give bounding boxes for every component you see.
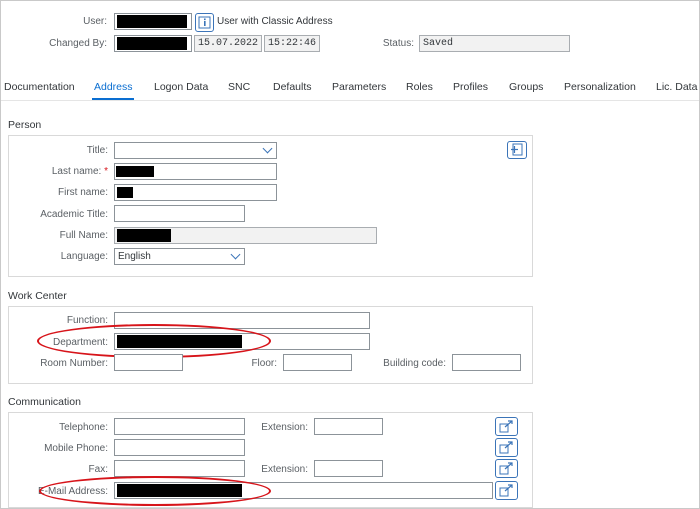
tab-groups[interactable]: Groups: [509, 81, 543, 93]
language-dropdown[interactable]: English: [114, 248, 245, 265]
telephone-label: Telephone:: [59, 422, 108, 433]
email-more-button[interactable]: [495, 481, 518, 500]
last-name-label: Last name: *: [51, 166, 108, 177]
full-name-label: Full Name:: [59, 230, 108, 241]
mobile-phone-field[interactable]: [114, 439, 245, 456]
fax-label: Fax:: [88, 464, 108, 475]
tab-personalization[interactable]: Personalization: [564, 81, 636, 93]
changed-date-field[interactable]: 15.07.2022: [194, 35, 262, 52]
external-link-icon: [499, 420, 513, 433]
extension-label: Extension:: [261, 422, 308, 433]
tab-logon-data[interactable]: Logon Data: [154, 81, 208, 93]
status-field[interactable]: Saved: [419, 35, 570, 52]
tab-bar-divider: [1, 100, 699, 101]
add-person-icon: [511, 143, 523, 156]
fax-more-button[interactable]: [495, 459, 518, 478]
floor-label: Floor:: [251, 358, 277, 369]
building-code-label: Building code:: [383, 358, 446, 369]
fax-extension-label: Extension:: [261, 464, 308, 475]
academic-title-field[interactable]: [114, 205, 245, 222]
person-action-button[interactable]: [507, 141, 527, 159]
redacted-last-name: [116, 166, 154, 177]
room-number-label: Room Number:: [40, 358, 108, 369]
mobile-phone-more-button[interactable]: [495, 438, 518, 457]
telephone-field[interactable]: [114, 418, 245, 435]
status-label: Status:: [382, 38, 414, 49]
changed-by-label: Changed By:: [49, 38, 107, 49]
tab-address[interactable]: Address: [94, 81, 133, 93]
full-name-field[interactable]: [114, 227, 377, 244]
info-button[interactable]: [195, 13, 214, 32]
fax-extension-field[interactable]: [314, 460, 383, 477]
tab-snc[interactable]: SNC: [228, 81, 250, 93]
person-section-title: Person: [8, 119, 42, 131]
communication-section-title: Communication: [8, 396, 81, 408]
email-highlight-oval: [39, 476, 271, 506]
tab-parameters[interactable]: Parameters: [332, 81, 386, 93]
language-label: Language:: [60, 251, 108, 262]
redacted-user: [117, 15, 187, 28]
academic-title-label: Academic Title:: [40, 209, 108, 220]
extension-field[interactable]: [314, 418, 383, 435]
external-link-icon: [499, 441, 513, 454]
last-name-field[interactable]: [114, 163, 277, 180]
room-number-field[interactable]: [114, 354, 183, 371]
required-marker: *: [104, 166, 108, 177]
user-label: User:: [83, 16, 107, 27]
title-dropdown[interactable]: [114, 142, 277, 159]
tab-documentation[interactable]: Documentation: [4, 81, 75, 93]
changed-time-field[interactable]: 15:22:46: [264, 35, 320, 52]
first-name-field[interactable]: [114, 184, 277, 201]
tab-roles[interactable]: Roles: [406, 81, 433, 93]
first-name-label: First name:: [57, 187, 108, 198]
work-center-section-title: Work Center: [8, 290, 67, 302]
building-code-field[interactable]: [452, 354, 521, 371]
title-label: Title:: [86, 145, 108, 156]
changed-by-field[interactable]: [114, 35, 192, 52]
classic-address-text: User with Classic Address: [217, 16, 333, 27]
telephone-more-button[interactable]: [495, 417, 518, 436]
tab-defaults[interactable]: Defaults: [273, 81, 312, 93]
redacted-first-name: [117, 187, 133, 198]
info-icon: [198, 16, 211, 29]
tab-lic-data[interactable]: Lic. Data: [656, 81, 697, 93]
department-highlight-oval: [37, 324, 271, 358]
redacted-changed-by: [117, 37, 187, 50]
floor-field[interactable]: [283, 354, 352, 371]
user-field[interactable]: [114, 13, 192, 30]
mobile-phone-label: Mobile Phone:: [44, 443, 108, 454]
fax-field[interactable]: [114, 460, 245, 477]
external-link-icon: [499, 462, 513, 475]
tab-profiles[interactable]: Profiles: [453, 81, 488, 93]
redacted-full-name: [117, 229, 171, 242]
external-link-icon: [499, 484, 513, 497]
